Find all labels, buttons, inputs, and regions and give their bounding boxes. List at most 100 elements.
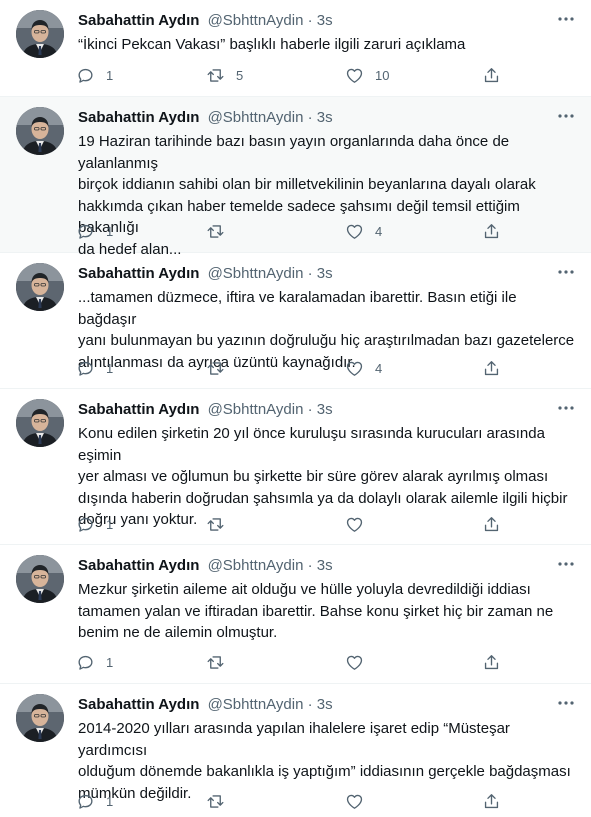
reply-icon [76,359,95,378]
reply-button[interactable]: 1 [76,790,113,812]
tweet-header: Sabahattin Aydın @SbhttnAydin · 3s [78,556,541,576]
share-button[interactable] [482,513,501,535]
author-handle[interactable]: @SbhttnAydin [208,265,304,282]
tweet[interactable]: Sabahattin Aydın @SbhttnAydin · 3s “İkin… [0,0,591,97]
author-handle[interactable]: @SbhttnAydin [208,12,304,29]
tweet-header: Sabahattin Aydın @SbhttnAydin · 3s [78,695,541,715]
avatar[interactable] [16,694,64,742]
share-button[interactable] [482,357,501,379]
avatar[interactable] [16,263,64,311]
more-options-icon[interactable] [555,107,577,125]
more-options-icon[interactable] [555,555,577,573]
reply-button[interactable]: 1 [76,220,113,242]
heart-icon [345,359,364,378]
reply-count: 1 [106,516,114,532]
like-button[interactable]: 4 [345,357,382,379]
tweet-time[interactable]: 3s [317,12,333,29]
tweet-actions: 1 [72,513,512,535]
reply-button[interactable]: 1 [76,651,113,673]
separator-dot: · [307,12,313,29]
reply-button[interactable]: 1 [76,357,113,379]
author-name[interactable]: Sabahattin Aydın [78,696,199,713]
more-options-icon[interactable] [555,263,577,281]
tweet[interactable]: Sabahattin Aydın @SbhttnAydin · 3s ...ta… [0,253,591,389]
like-button[interactable] [345,651,375,673]
author-name[interactable]: Sabahattin Aydın [78,109,199,126]
tweet-header: Sabahattin Aydın @SbhttnAydin · 3s [78,108,541,128]
retweet-icon [206,792,225,811]
heart-icon [345,66,364,85]
like-count: 4 [375,360,383,376]
more-options-icon[interactable] [555,10,577,28]
avatar[interactable] [16,399,64,447]
separator-dot: · [307,109,313,126]
author-name[interactable]: Sabahattin Aydın [78,401,199,418]
share-icon [482,222,501,241]
author-handle[interactable]: @SbhttnAydin [208,109,304,126]
share-button[interactable] [482,651,501,673]
tweet-text: “İkinci Pekcan Vakası” başlıklı haberle … [78,36,466,53]
tweet-actions: 1 5 10 [72,64,512,86]
retweet-button[interactable] [206,651,236,673]
retweet-icon [206,653,225,672]
author-handle[interactable]: @SbhttnAydin [208,696,304,713]
share-icon [482,792,501,811]
tweet-header: Sabahattin Aydın @SbhttnAydin · 3s [78,400,541,420]
share-icon [482,359,501,378]
tweet-time[interactable]: 3s [317,109,333,126]
like-count: 4 [375,223,383,239]
heart-icon [345,515,364,534]
more-options-icon[interactable] [555,694,577,712]
like-count: 10 [375,67,390,83]
tweet-time[interactable]: 3s [317,557,333,574]
tweet-time[interactable]: 3s [317,265,333,282]
share-icon [482,653,501,672]
like-button[interactable] [345,513,375,535]
author-handle[interactable]: @SbhttnAydin [208,401,304,418]
retweet-button[interactable] [206,513,236,535]
author-name[interactable]: Sabahattin Aydın [78,265,199,282]
reply-icon [76,66,95,85]
retweet-button[interactable]: 5 [206,64,243,86]
reply-icon [76,653,95,672]
avatar[interactable] [16,10,64,58]
share-icon [482,515,501,534]
author-name[interactable]: Sabahattin Aydın [78,12,199,29]
avatar[interactable] [16,555,64,603]
like-button[interactable]: 4 [345,220,382,242]
tweet-time[interactable]: 3s [317,401,333,418]
retweet-button[interactable] [206,357,236,379]
author-name[interactable]: Sabahattin Aydın [78,557,199,574]
share-button[interactable] [482,790,501,812]
tweet[interactable]: Sabahattin Aydın @SbhttnAydin · 3s Konu … [0,389,591,545]
reply-icon [76,222,95,241]
retweet-icon [206,515,225,534]
share-button[interactable] [482,220,501,242]
share-button[interactable] [482,64,501,86]
reply-icon [76,515,95,534]
more-options-icon[interactable] [555,399,577,417]
tweet-thread: Sabahattin Aydın @SbhttnAydin · 3s “İkin… [0,0,591,817]
tweet-time[interactable]: 3s [317,696,333,713]
separator-dot: · [307,696,313,713]
tweet-actions: 1 4 [72,357,512,379]
tweet-actions: 1 [72,790,512,812]
reply-count: 1 [106,793,114,809]
retweet-button[interactable] [206,790,236,812]
reply-button[interactable]: 1 [76,513,113,535]
retweet-icon [206,359,225,378]
tweet-actions: 1 4 [72,220,512,242]
tweet[interactable]: Sabahattin Aydın @SbhttnAydin · 3s 2014-… [0,684,591,817]
separator-dot: · [307,265,313,282]
like-button[interactable]: 10 [345,64,389,86]
avatar[interactable] [16,107,64,155]
reply-count: 1 [106,654,114,670]
reply-icon [76,792,95,811]
tweet[interactable]: Sabahattin Aydın @SbhttnAydin · 3s Mezku… [0,545,591,684]
reply-count: 1 [106,223,114,239]
tweet[interactable]: Sabahattin Aydın @SbhttnAydin · 3s 19 Ha… [0,97,591,258]
retweet-button[interactable] [206,220,236,242]
author-handle[interactable]: @SbhttnAydin [208,557,304,574]
like-button[interactable] [345,790,375,812]
reply-button[interactable]: 1 [76,64,113,86]
